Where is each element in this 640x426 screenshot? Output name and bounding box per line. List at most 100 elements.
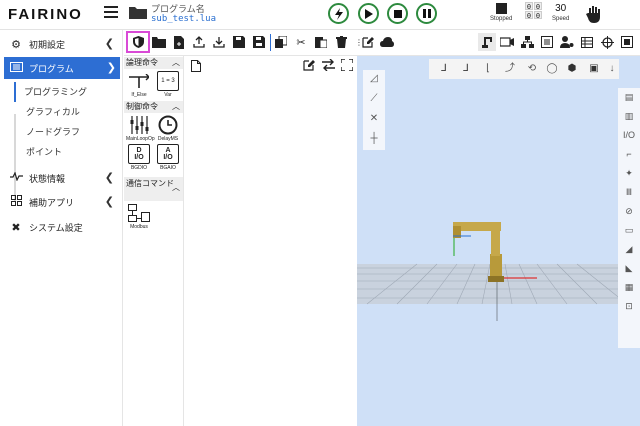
right-tool-io[interactable]: I/O — [618, 126, 640, 145]
cloud-button[interactable] — [378, 33, 396, 51]
path-icon[interactable]: ⤴ — [503, 62, 517, 76]
command-if-else[interactable]: If_Else — [126, 71, 152, 98]
chevron-left-icon: ❮ — [104, 172, 114, 184]
robot-view-button[interactable] — [478, 33, 496, 51]
plus-tool-icon[interactable]: ┼ — [367, 132, 381, 146]
lightning-icon — [334, 7, 343, 20]
command-palette: 論理命令 ︿ If_Else 1 = 3 Var 制御命令 ︿ MainLoop… — [124, 56, 184, 426]
robot-3d-view[interactable]: ⅃ ⅃ ⌊ ⤴ ⟲ ◯ ⬢ ▣ ↓ ◿ ⟋ ✕ ┼ ▤ ▥ I/O ⌐ ✦ Ⅲ … — [357, 56, 640, 426]
category-control[interactable]: 制御命令 ︿ — [124, 101, 183, 113]
robot-arm-icon — [482, 37, 492, 48]
program-editor[interactable] — [185, 56, 357, 426]
right-tool-6[interactable]: Ⅲ — [618, 183, 640, 202]
status-indicator: Stopped — [490, 3, 512, 22]
frame-icon[interactable]: ▣ — [587, 62, 601, 76]
command-modbus[interactable]: Modbus — [126, 203, 152, 230]
file-icon — [191, 60, 201, 72]
command-mainloop[interactable]: MainLoopOp — [126, 115, 155, 142]
doc-icon: ▥ — [624, 111, 634, 121]
chevron-up-icon: ︿ — [172, 183, 180, 192]
triangle-tool-icon[interactable]: ◿ — [367, 72, 381, 86]
right-tool-2[interactable]: ▥ — [618, 107, 640, 126]
swap-arrows-icon[interactable] — [322, 59, 335, 71]
hamburger-menu-icon[interactable] — [104, 6, 118, 18]
program-toolbar: ✂ ⋮ — [124, 30, 640, 56]
new-file-button[interactable] — [170, 33, 188, 51]
link-icon: ⊘ — [625, 206, 633, 216]
edit-code-icon[interactable] — [303, 59, 315, 71]
open-folder-button[interactable] — [150, 33, 168, 51]
circle-icon[interactable]: ◯ — [545, 62, 559, 76]
category-label: 制御命令 — [126, 102, 158, 111]
sidebar-item-program[interactable]: プログラム ❯ — [4, 57, 120, 79]
cube-icon[interactable]: ⬢ — [565, 62, 579, 76]
cross-tool-icon[interactable]: ✕ — [367, 112, 381, 126]
save-as-button[interactable] — [250, 33, 268, 51]
sidebar-item-system-settings[interactable]: ✖ システム設定 — [0, 216, 122, 238]
right-tool-1[interactable]: ▤ — [618, 88, 640, 107]
network-view-button[interactable] — [518, 33, 536, 51]
target-button[interactable] — [598, 33, 616, 51]
submenu-item-graphical[interactable]: グラフィカル — [14, 102, 87, 122]
camera-view-button[interactable] — [498, 33, 516, 51]
list-icon — [541, 36, 553, 48]
command-bgdio[interactable]: D I/O BGDIO — [126, 144, 152, 171]
view-toolbar: ⅃ ⅃ ⌊ ⤴ ⟲ ◯ ⬢ ▣ ↓ — [429, 59, 619, 79]
edit-button[interactable] — [359, 33, 377, 51]
io-panel-button[interactable] — [618, 33, 636, 51]
rotate-icon[interactable]: ⟲ — [525, 62, 539, 76]
save-button[interactable] — [230, 33, 248, 51]
right-tool-10[interactable]: ◣ — [618, 259, 640, 278]
copy-button[interactable] — [272, 33, 290, 51]
sidebar-item-status-info[interactable]: 状態情報 ❮ — [0, 167, 122, 189]
table-view-button[interactable] — [578, 33, 596, 51]
program-file-name[interactable]: sub_test.lua — [151, 14, 216, 24]
line-tool-icon[interactable]: ⟋ — [367, 92, 381, 106]
paste-button[interactable] — [312, 33, 330, 51]
category-communication[interactable]: 通信コマンド ︿ — [124, 177, 183, 201]
command-delay[interactable]: DelayMS — [155, 115, 181, 142]
upload-button[interactable] — [190, 33, 208, 51]
folder-icon[interactable] — [129, 5, 147, 19]
right-tool-7[interactable]: ⊘ — [618, 202, 640, 221]
submenu-item-programming[interactable]: プログラミング — [16, 82, 87, 102]
axis-view-2-icon[interactable]: ⅃ — [459, 62, 473, 76]
io-board-icon — [621, 36, 633, 48]
fullscreen-icon[interactable] — [341, 59, 353, 71]
toolbar-separator — [270, 34, 271, 51]
right-tool-8[interactable]: ▭ — [618, 221, 640, 240]
cut-button[interactable]: ✂ — [292, 33, 310, 51]
speed-indicator[interactable]: 30 Speed — [552, 3, 569, 22]
command-bgaio[interactable]: A I/O BGAIO — [155, 144, 181, 171]
axis-view-icon[interactable]: ⅃ — [437, 62, 451, 76]
log-view-button[interactable] — [538, 33, 556, 51]
hand-drag-icon[interactable] — [586, 5, 602, 23]
modbus-icon — [128, 203, 150, 223]
right-tool-9[interactable]: ◢ — [618, 240, 640, 259]
command-var[interactable]: 1 = 3 Var — [155, 71, 181, 98]
arm-icon: ⌐ — [626, 149, 632, 159]
right-tool-5[interactable]: ✦ — [618, 164, 640, 183]
camera-icon — [500, 36, 514, 47]
sidebar-item-aux-apps[interactable]: 補助アプリ ❮ — [0, 191, 122, 213]
stop-button[interactable] — [387, 3, 408, 24]
right-tool-12[interactable]: ⊡ — [618, 297, 640, 316]
axis-view-3-icon[interactable]: ⌊ — [481, 62, 495, 76]
save-as-icon — [253, 36, 265, 48]
submenu-item-node-graph[interactable]: ノードグラフ — [14, 122, 87, 142]
run-button[interactable] — [358, 3, 379, 24]
tool-icon[interactable]: ↓ — [605, 62, 619, 76]
sidebar-item-initial-settings[interactable]: ⚙ 初期設定 ❮ — [0, 33, 122, 55]
enable-button[interactable] — [328, 3, 349, 24]
right-tool-4[interactable]: ⌐ — [618, 145, 640, 164]
download-button[interactable] — [210, 33, 228, 51]
delete-button[interactable] — [332, 33, 350, 51]
shield-button[interactable] — [126, 31, 150, 53]
pause-button[interactable] — [416, 3, 437, 24]
right-tool-11[interactable]: ▦ — [618, 278, 640, 297]
submenu-item-points[interactable]: ポイント — [14, 142, 87, 162]
user-settings-button[interactable] — [558, 33, 576, 51]
brush-icon: ◢ — [625, 244, 633, 254]
category-logic[interactable]: 論理命令 ︿ — [124, 57, 183, 69]
chevron-up-icon: ︿ — [172, 58, 180, 67]
